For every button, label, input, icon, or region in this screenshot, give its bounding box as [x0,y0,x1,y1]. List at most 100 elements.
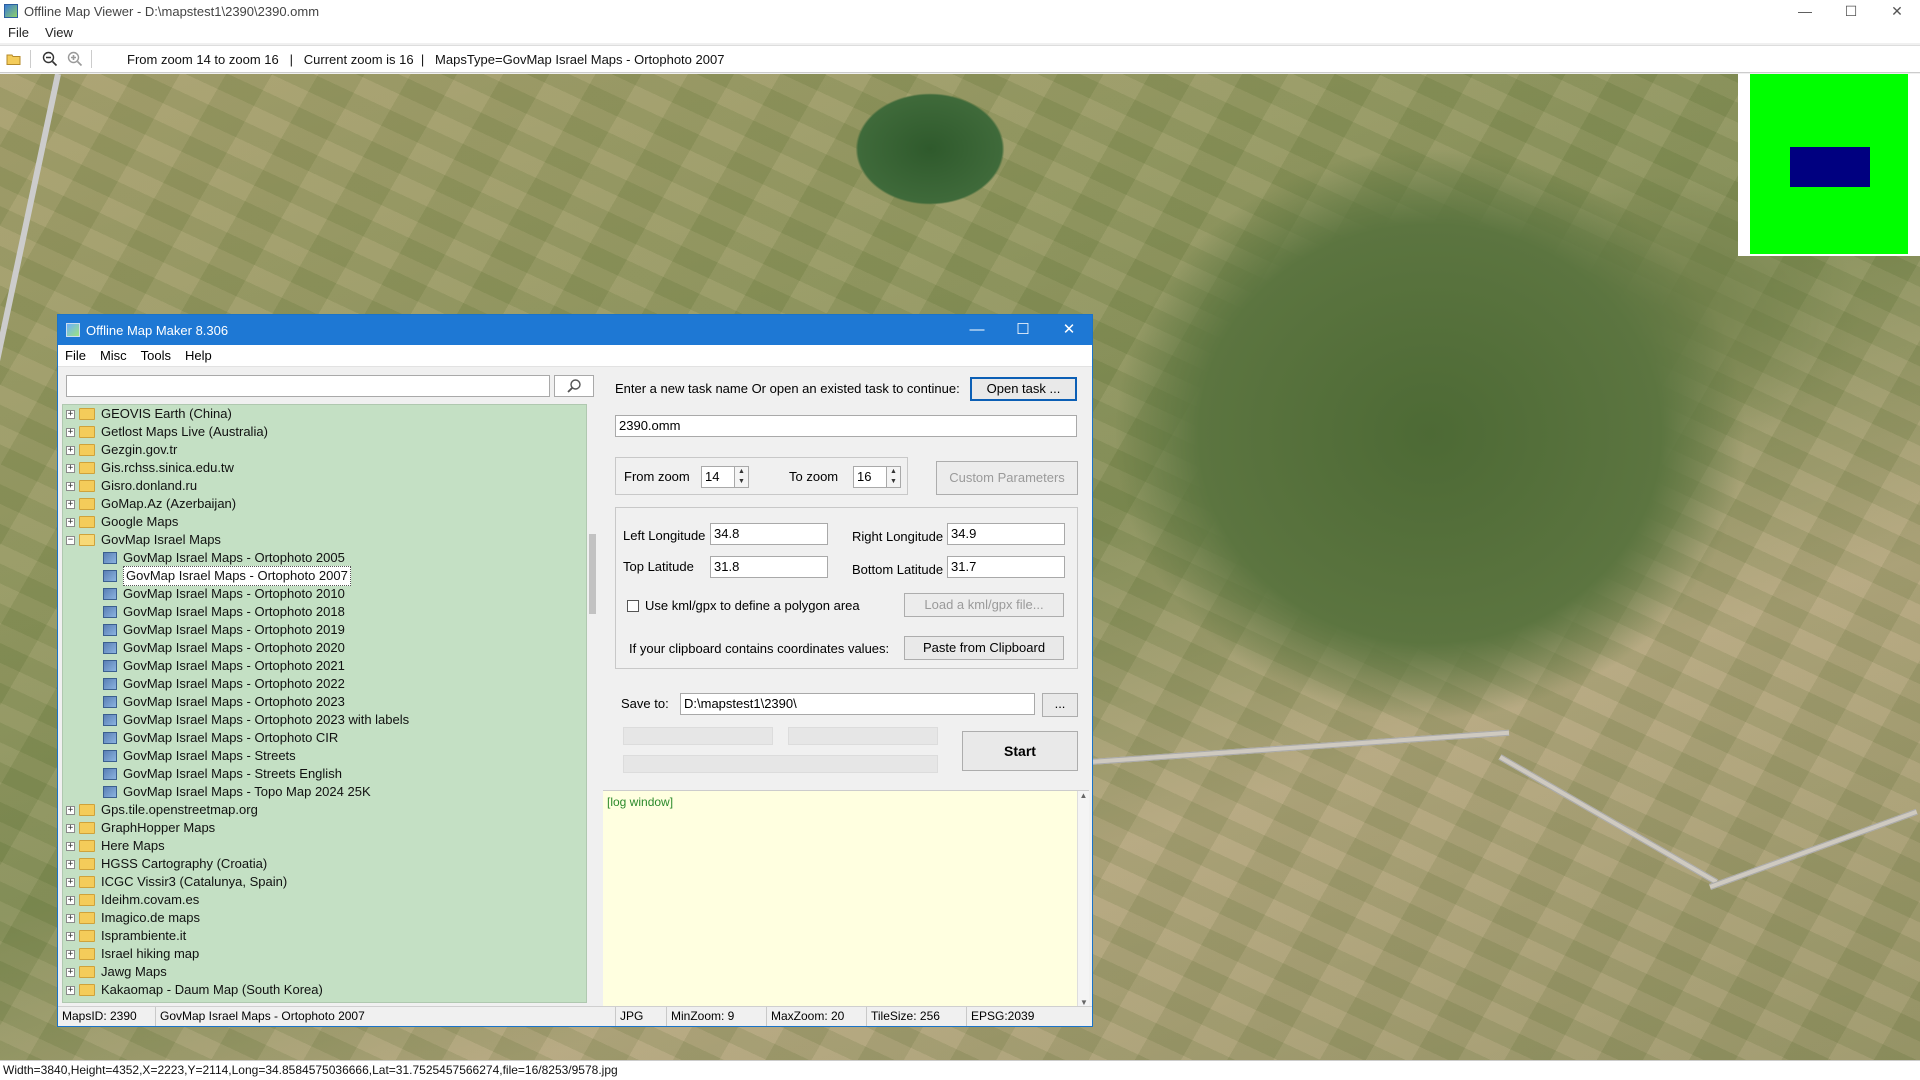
zoom-in-icon[interactable] [64,48,86,70]
expand-icon[interactable]: + [66,877,75,887]
tree-child-label: GovMap Israel Maps - Ortophoto 2023 [123,694,345,709]
tree-item[interactable]: + Gis.rchss.sinica.edu.tw [63,459,586,477]
browse-button[interactable]: ... [1042,693,1078,717]
tree-scrollbar[interactable] [587,404,598,1003]
tree-child-item[interactable]: GovMap Israel Maps - Ortophoto 2010 [63,585,586,603]
bottom-latitude-field[interactable]: 31.7 [947,556,1065,578]
minimap-viewport[interactable] [1790,147,1870,187]
expand-icon[interactable]: + [66,949,75,959]
expand-icon[interactable]: + [66,859,75,869]
custom-parameters-button[interactable]: Custom Parameters [936,461,1078,495]
expand-icon[interactable]: + [66,445,75,455]
task-name-field[interactable]: 2390.omm [615,415,1077,437]
menu-view[interactable]: View [37,25,81,40]
tree-scrollbar-thumb[interactable] [589,534,596,614]
save-to-field[interactable]: D:\mapstest1\2390\ [680,693,1035,715]
tree-item[interactable]: − GovMap Israel Maps [63,531,586,549]
to-zoom-value[interactable]: 16 [853,466,887,488]
top-latitude-field[interactable]: 31.8 [710,556,828,578]
tree-item[interactable]: + GEOVIS Earth (China) [63,405,586,423]
spinner-arrows-icon[interactable]: ▲ ▼ [735,466,749,488]
use-kml-checkbox[interactable] [627,600,639,612]
tree-child-item[interactable]: GovMap Israel Maps - Ortophoto 2022 [63,675,586,693]
tree-item[interactable]: + ICGC Vissir3 (Catalunya, Spain) [63,873,586,891]
tree-child-item[interactable]: GovMap Israel Maps - Ortophoto 2005 [63,549,586,567]
load-kml-button[interactable]: Load a kml/gpx file... [904,593,1064,617]
expand-icon[interactable]: + [66,427,75,437]
tree-child-item[interactable]: GovMap Israel Maps - Ortophoto 2018 [63,603,586,621]
progress-bar-total [623,755,938,773]
folder-icon [79,984,95,996]
tree-item[interactable]: + Isprambiente.it [63,927,586,945]
tree-child-item[interactable]: GovMap Israel Maps - Ortophoto 2007 [63,566,586,586]
tree-item[interactable]: + GraphHopper Maps [63,819,586,837]
tree-child-item[interactable]: GovMap Israel Maps - Ortophoto 2023 with… [63,711,586,729]
tree-item[interactable]: + Israel hiking map [63,945,586,963]
expand-icon[interactable]: + [66,967,75,977]
dialog-menu-misc[interactable]: Misc [93,348,134,363]
open-task-button[interactable]: Open task ... [970,377,1077,401]
tree-child-item[interactable]: GovMap Israel Maps - Topo Map 2024 25K [63,783,586,801]
tree-child-item[interactable]: GovMap Israel Maps - Streets [63,747,586,765]
expand-icon[interactable]: + [66,895,75,905]
dialog-minimize-button[interactable]: — [954,315,1000,345]
left-longitude-field[interactable]: 34.8 [710,523,828,545]
tree-child-item[interactable]: GovMap Israel Maps - Ortophoto 2020 [63,639,586,657]
tree-child-item[interactable]: GovMap Israel Maps - Ortophoto 2023 [63,693,586,711]
log-scrollbar[interactable]: ▲ ▼ [1077,791,1089,1009]
expand-icon[interactable]: + [66,517,75,527]
tree-item[interactable]: + Imagico.de maps [63,909,586,927]
tree-item[interactable]: + Gps.tile.openstreetmap.org [63,801,586,819]
right-longitude-field[interactable]: 34.9 [947,523,1065,545]
tree-child-item[interactable]: GovMap Israel Maps - Ortophoto 2019 [63,621,586,639]
search-input[interactable] [66,375,550,397]
dialog-maximize-button[interactable]: ☐ [1000,315,1046,345]
tree-child-item[interactable]: GovMap Israel Maps - Streets English [63,765,586,783]
tree-item[interactable]: + Gezgin.gov.tr [63,441,586,459]
use-kml-label: Use kml/gpx to define a polygon area [645,598,860,613]
tree-item[interactable]: + GoMap.Az (Azerbaijan) [63,495,586,513]
railway-line [0,74,61,369]
tree-child-item[interactable]: GovMap Israel Maps - Ortophoto 2021 [63,657,586,675]
expand-icon[interactable]: + [66,913,75,923]
search-button[interactable] [554,375,594,397]
menu-file[interactable]: File [0,25,37,40]
dialog-menu-file[interactable]: File [58,348,93,363]
tree-item[interactable]: + Google Maps [63,513,586,531]
expand-icon[interactable]: + [66,841,75,851]
from-zoom-spinner[interactable]: 14 ▲ ▼ [701,466,749,488]
map-source-tree[interactable]: + GEOVIS Earth (China) + Getlost Maps Live … [62,404,587,1003]
to-zoom-spinner[interactable]: 16 ▲ ▼ [853,466,901,488]
zoom-out-icon[interactable] [39,48,61,70]
from-zoom-value[interactable]: 14 [701,466,735,488]
tree-item[interactable]: + HGSS Cartography (Croatia) [63,855,586,873]
folder-open-icon[interactable] [3,48,25,70]
dialog-close-button[interactable]: ✕ [1046,315,1092,345]
tree-item[interactable]: + Here Maps [63,837,586,855]
collapse-icon[interactable]: − [66,535,75,545]
log-window[interactable]: [log window] ▲ ▼ [603,790,1089,1009]
expand-icon[interactable]: + [66,985,75,995]
spinner-arrows-icon[interactable]: ▲ ▼ [887,466,901,488]
close-button[interactable]: ✕ [1874,0,1920,22]
expand-icon[interactable]: + [66,823,75,833]
dialog-menu-tools[interactable]: Tools [134,348,178,363]
minimize-button[interactable]: — [1782,0,1828,22]
tree-item[interactable]: + Getlost Maps Live (Australia) [63,423,586,441]
minimap[interactable] [1738,74,1920,256]
tree-child-item[interactable]: GovMap Israel Maps - Ortophoto CIR [63,729,586,747]
tree-item[interactable]: + Jawg Maps [63,963,586,981]
tree-item[interactable]: + Gisro.donland.ru [63,477,586,495]
expand-icon[interactable]: + [66,805,75,815]
paste-from-clipboard-button[interactable]: Paste from Clipboard [904,636,1064,660]
expand-icon[interactable]: + [66,481,75,491]
expand-icon[interactable]: + [66,499,75,509]
dialog-menu-help[interactable]: Help [178,348,219,363]
start-button[interactable]: Start [962,731,1078,771]
maximize-button[interactable]: ☐ [1828,0,1874,22]
expand-icon[interactable]: + [66,463,75,473]
tree-item[interactable]: + Ideihm.covam.es [63,891,586,909]
tree-item[interactable]: + Kakaomap - Daum Map (South Korea) [63,981,586,999]
expand-icon[interactable]: + [66,931,75,941]
expand-icon[interactable]: + [66,409,75,419]
